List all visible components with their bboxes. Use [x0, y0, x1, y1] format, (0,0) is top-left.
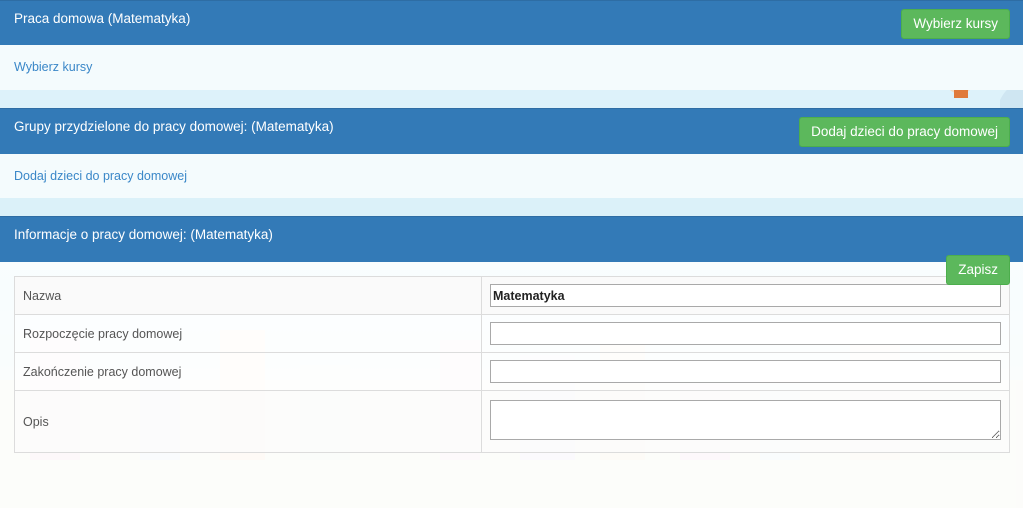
courses-panel: Praca domowa (Matematyka) Wybierz kursy …: [0, 0, 1023, 90]
courses-panel-header: Praca domowa (Matematyka) Wybierz kursy: [0, 0, 1023, 45]
select-courses-button[interactable]: Wybierz kursy: [901, 9, 1010, 39]
name-input[interactable]: [490, 284, 1001, 307]
homework-info-title: Informacje o pracy domowej: (Matematyka): [14, 227, 273, 242]
table-row: Zakończenie pracy domowej: [14, 352, 1010, 391]
table-row: Nazwa: [14, 276, 1010, 315]
add-children-link[interactable]: Dodaj dzieci do pracy domowej: [0, 154, 1023, 198]
end-date-input[interactable]: [490, 360, 1001, 383]
homework-info-panel: Informacje o pracy domowej: (Matematyka)…: [0, 216, 1023, 508]
select-courses-link[interactable]: Wybierz kursy: [0, 45, 1023, 90]
groups-panel-header: Grupy przydzielone do pracy domowej: (Ma…: [0, 108, 1023, 154]
homework-info-form: Nazwa Rozpoczęcie pracy domowej Zakończe…: [0, 262, 1023, 508]
name-label: Nazwa: [14, 276, 482, 315]
start-date-input[interactable]: [490, 322, 1001, 345]
table-row: Opis: [14, 390, 1010, 453]
end-date-label: Zakończenie pracy domowej: [14, 352, 482, 391]
courses-panel-title: Praca domowa (Matematyka): [14, 11, 191, 26]
homework-info-table: Nazwa Rozpoczęcie pracy domowej Zakończe…: [14, 276, 1010, 453]
add-children-button[interactable]: Dodaj dzieci do pracy domowej: [799, 117, 1010, 147]
homework-info-header: Informacje o pracy domowej: (Matematyka): [0, 216, 1023, 262]
description-label: Opis: [14, 390, 482, 453]
start-date-label: Rozpoczęcie pracy domowej: [14, 314, 482, 353]
groups-panel: Grupy przydzielone do pracy domowej: (Ma…: [0, 108, 1023, 198]
groups-panel-title: Grupy przydzielone do pracy domowej: (Ma…: [14, 119, 334, 134]
save-button[interactable]: Zapisz: [946, 255, 1010, 285]
description-textarea[interactable]: [490, 400, 1001, 440]
table-row: Rozpoczęcie pracy domowej: [14, 314, 1010, 353]
